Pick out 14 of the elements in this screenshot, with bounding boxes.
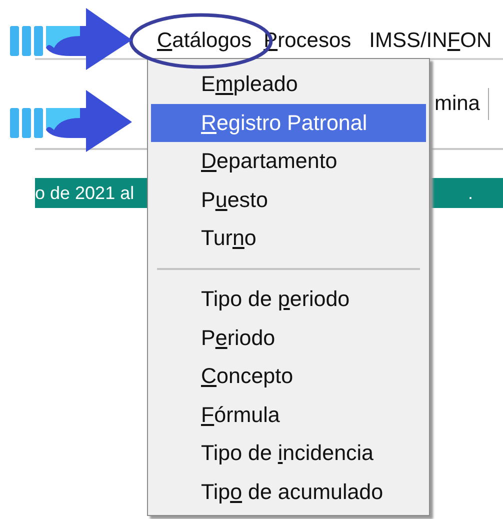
menu-item[interactable]: Periodo bbox=[151, 318, 426, 358]
menu-item[interactable]: Departamento bbox=[151, 142, 426, 181]
menu-item[interactable]: Puesto bbox=[151, 180, 426, 220]
status-text: . bbox=[468, 182, 473, 204]
menu-bar-item[interactable]: IMSS/INFON bbox=[366, 27, 495, 55]
menu-item[interactable]: Tipo de acumulado bbox=[151, 472, 426, 512]
status-text: o de 2021 al bbox=[35, 182, 134, 204]
menu-item[interactable]: Registro Patronal bbox=[151, 104, 426, 142]
menu-item[interactable]: Tipo de periodo bbox=[151, 280, 426, 319]
menu-item[interactable]: Empleado bbox=[151, 65, 426, 104]
menu-item[interactable]: Concepto bbox=[151, 357, 426, 396]
menu-item[interactable]: Fórmula bbox=[151, 396, 426, 434]
menu-item[interactable]: Tipo de incidencia bbox=[151, 434, 426, 473]
menu-item[interactable]: Turno bbox=[151, 219, 426, 258]
